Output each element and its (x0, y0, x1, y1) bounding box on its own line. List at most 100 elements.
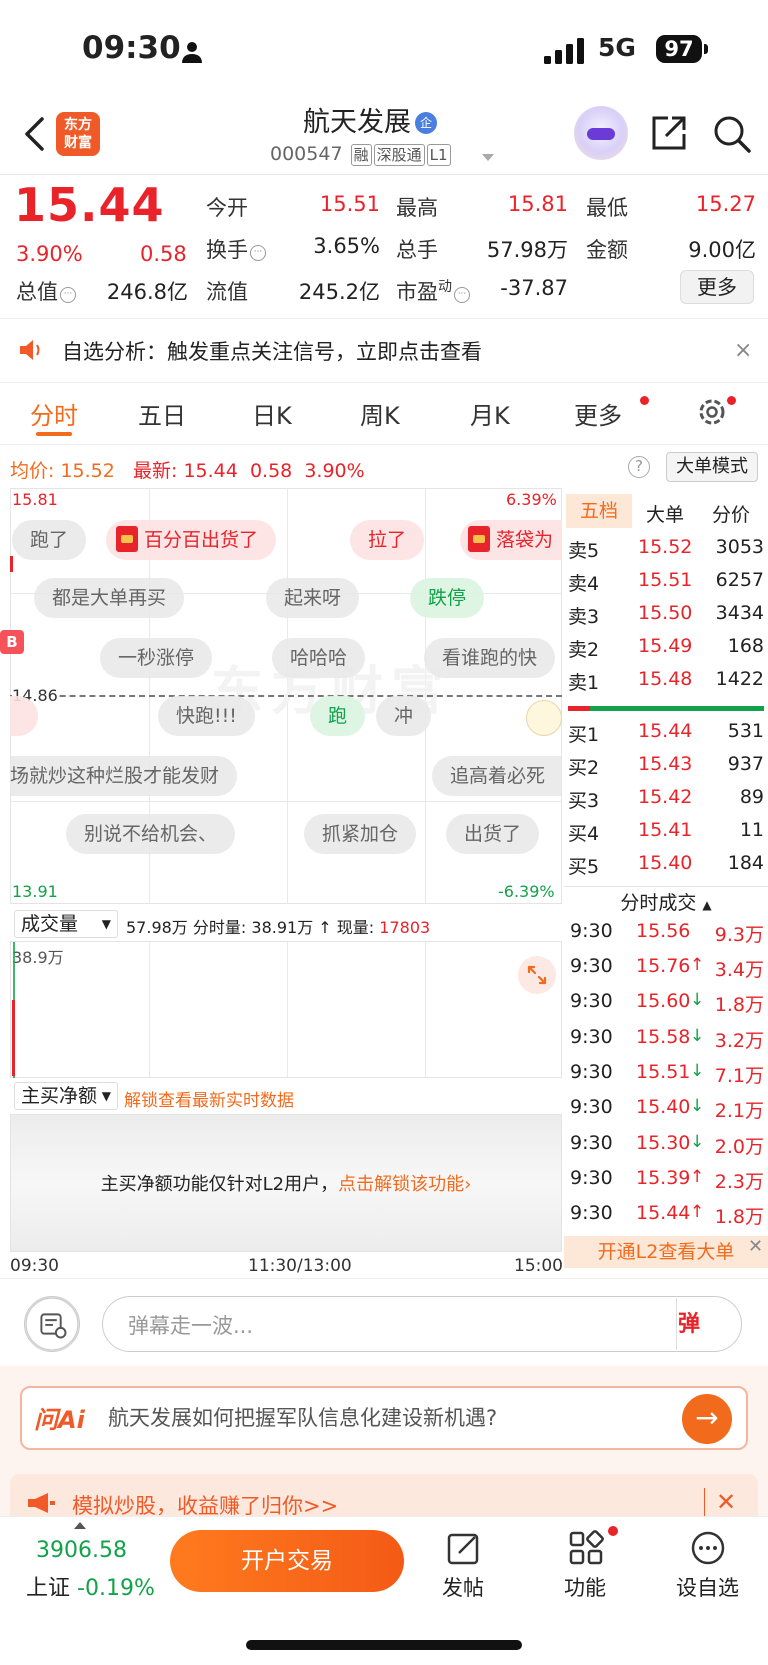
home-indicator (246, 1640, 522, 1650)
more-dots-icon[interactable] (690, 1530, 726, 1566)
danmaku-bubble: 抓紧加仓 (304, 814, 417, 854)
time-axis-start: 09:30 (10, 1256, 59, 1276)
ask-row: 卖3 15.50 3434 (568, 602, 764, 628)
divider (0, 444, 768, 445)
unlock-realtime-link[interactable]: 解锁查看最新实时数据 (124, 1086, 294, 1111)
close-icon[interactable]: × (734, 338, 752, 363)
notice-text[interactable]: 自选分析：触发重点关注信号，立即点击查看 (62, 336, 482, 366)
stock-code: 000547 (270, 143, 343, 165)
function-label[interactable]: 功能 (564, 1572, 606, 1602)
rabbit-avatar-icon (526, 700, 562, 736)
prev-close-line (10, 695, 562, 697)
back-arrow-icon[interactable] (22, 116, 48, 152)
open-account-trade-button[interactable]: 开户交易 (170, 1530, 404, 1592)
tab-price-distribution[interactable]: 分价 (712, 500, 750, 527)
danmaku-placeholder: 弹幕走一波... (128, 1314, 254, 1338)
buy-marker[interactable]: B (0, 630, 24, 654)
price-summary-line: 均价: 15.52 最新: 15.44 0.58 3.90% (10, 460, 365, 482)
search-icon[interactable] (712, 114, 752, 154)
y-label-top: 15.81 (12, 490, 58, 509)
chevron-up-icon[interactable] (74, 1522, 86, 1529)
edit-post-icon[interactable] (446, 1530, 482, 1566)
post-label[interactable]: 发帖 (442, 1572, 484, 1602)
add-watchlist-label[interactable]: 设自选 (676, 1572, 739, 1602)
netbuy-message[interactable]: 主买净额功能仅针对L2用户，点击解锁该功能› (10, 1170, 562, 1196)
share-icon[interactable] (650, 114, 688, 152)
pct-label-top: 6.39% (506, 490, 557, 509)
tick-row: 9:30 15.39 ↑ 2.3万 (570, 1167, 764, 1193)
big-order-mode-button[interactable]: 大单模式 (666, 452, 758, 482)
send-danmaku-button[interactable]: 弹 (678, 1306, 700, 1338)
bid-row: 买2 15.43 937 (568, 753, 764, 779)
bid-row: 买3 15.42 89 (568, 786, 764, 812)
tab-intraday[interactable]: 分时 (30, 396, 78, 431)
ask-row: 卖5 15.52 3053 (568, 536, 764, 562)
logo-line-2: 财富 (64, 135, 92, 151)
current-price: 15.44 (14, 178, 165, 232)
robot-assistant-icon[interactable] (574, 106, 628, 160)
index-name[interactable]: 上证 -0.19% (26, 1570, 155, 1602)
buy-sell-ratio-bar (568, 706, 764, 711)
high-value: 15.81 (507, 192, 568, 216)
pe-label[interactable]: 市盈动 ··· (396, 276, 470, 306)
mktcap-label[interactable]: 总值 ··· (16, 276, 76, 306)
danmaku-bubble: 都是大单再买 (34, 578, 185, 618)
tab-big-orders[interactable]: 大单 (646, 500, 684, 527)
volume-chart[interactable] (10, 942, 562, 1078)
buy-sell-ratio-bar-red (568, 706, 590, 711)
tag-level1: L1 (426, 144, 451, 166)
expand-icon[interactable] (518, 956, 556, 994)
divider (704, 1488, 705, 1516)
volume-indicator-select[interactable]: 成交量 ▼ (14, 910, 118, 938)
close-icon[interactable]: ✕ (716, 1488, 736, 1516)
tick-list-header[interactable]: 分时成交 ▲ (564, 886, 768, 918)
divider (676, 1298, 677, 1350)
ask-row: 卖1 15.48 1422 (568, 668, 764, 694)
danmaku-bubble: 一秒涨停 (100, 638, 213, 678)
float-value: 245.2亿 (298, 280, 380, 304)
red-envelope-icon (468, 526, 490, 552)
help-icon[interactable]: ? (628, 456, 650, 478)
app-logo[interactable]: 东方 财富 (56, 112, 100, 156)
gear-icon[interactable] (696, 396, 728, 428)
danmaku-bubble: 落袋为 (460, 520, 562, 560)
close-icon[interactable]: ✕ (748, 1236, 763, 1257)
turnover-value: 3.65% (313, 234, 380, 258)
tab-order-book[interactable]: 五档 (566, 494, 632, 528)
danmaku-bubble: 起来呀 (266, 578, 360, 618)
chevron-down-icon[interactable] (482, 154, 494, 161)
tick-row: 9:30 15.44 ↑ 1.8万 (570, 1202, 764, 1228)
tick-row: 9:30 15.40 ↓ 2.1万 (570, 1096, 764, 1122)
turnover-label[interactable]: 换手 ··· (206, 234, 266, 264)
stock-name: 航天发展 (303, 107, 411, 138)
ai-question-text[interactable]: 航天发展如何把握军队信息化建设新机遇? (108, 1402, 497, 1432)
bid-row: 买5 15.40 184 (568, 852, 764, 878)
danmaku-bubble: 快跑!!! (158, 696, 255, 736)
more-button[interactable]: 更多 (680, 270, 754, 304)
divider (0, 318, 768, 319)
speaker-icon (20, 340, 40, 360)
tab-daily-k[interactable]: 日K (252, 396, 292, 431)
tab-monthly-k[interactable]: 月K (470, 396, 510, 431)
grid-function-icon[interactable] (568, 1530, 604, 1566)
arrow-right-icon[interactable]: → (682, 1394, 732, 1444)
divider (0, 174, 768, 175)
tag-margin: 融 (350, 144, 372, 166)
info-icon[interactable]: ··· (60, 287, 76, 303)
info-icon[interactable]: ··· (250, 245, 266, 261)
open-l2-banner[interactable]: 开通L2查看大单 (564, 1236, 768, 1268)
tab-more[interactable]: 更多 (574, 396, 622, 431)
high-label: 最高 (396, 196, 438, 220)
stock-code-row[interactable]: 000547 融深股通 L1 (270, 143, 451, 166)
index-value[interactable]: 3906.58 (36, 1538, 127, 1563)
info-icon[interactable]: ··· (454, 287, 470, 303)
price-tick (10, 556, 13, 572)
low-label: 最低 (586, 196, 628, 220)
tab-weekly-k[interactable]: 周K (360, 396, 400, 431)
netbuy-indicator-select[interactable]: 主买净额 ▼ (14, 1082, 118, 1110)
danmaku-settings-icon[interactable] (24, 1296, 80, 1352)
float-label: 流值 (206, 280, 248, 304)
tab-five-day[interactable]: 五日 (138, 396, 186, 431)
enterprise-badge: 企 (415, 112, 437, 134)
danmaku-bubble: 跌停 (410, 578, 485, 618)
